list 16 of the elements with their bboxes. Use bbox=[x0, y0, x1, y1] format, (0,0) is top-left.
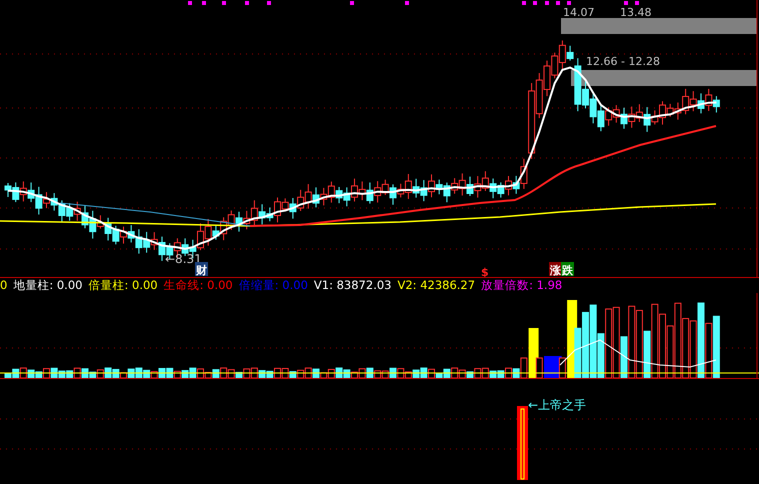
legend-value: 0 bbox=[0, 278, 8, 293]
indicator-legend-item: 放量倍数: 1.98 bbox=[481, 278, 562, 293]
high-price-label: 14.07 bbox=[563, 6, 594, 19]
signal-label: ←上帝之手 bbox=[528, 398, 586, 412]
chart-marker: 涨 bbox=[549, 262, 562, 277]
chart-marker: $ bbox=[481, 266, 489, 278]
chart-marker: 跌 bbox=[561, 262, 574, 277]
indicator-legend-item: 倍量柱: 0.00 bbox=[88, 278, 158, 293]
indicator-legend-item: 地量柱: 0.00 bbox=[13, 278, 82, 293]
high-price-label: 13.48 bbox=[620, 6, 652, 19]
indicator-legend-item: V1: 83872.03 bbox=[314, 278, 392, 293]
indicator-legend-item: V2: 42386.27 bbox=[397, 278, 476, 293]
indicator-legend-item: 倍缩量: 0.00 bbox=[238, 278, 308, 293]
chart-marker: 财 bbox=[195, 262, 208, 277]
range-price-label: 12.66 - 12.28 bbox=[586, 55, 660, 68]
indicator-legend-item: 生命线: 0.00 bbox=[164, 278, 233, 293]
